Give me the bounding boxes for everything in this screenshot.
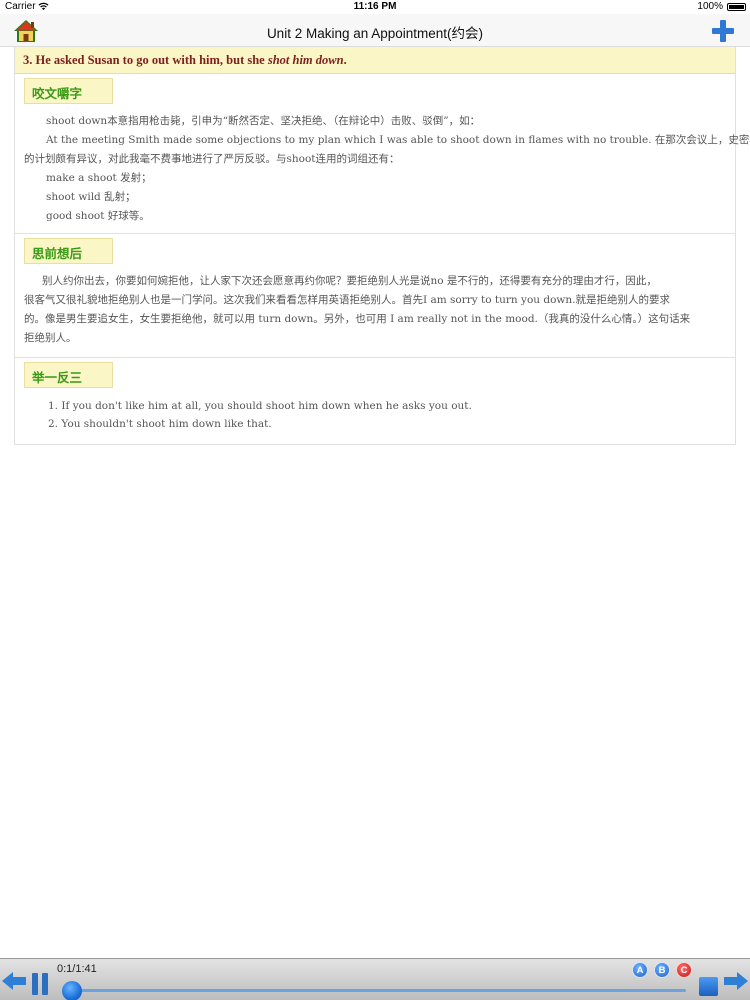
text-line: make a shoot 发射； [46, 172, 152, 184]
pause-button[interactable] [30, 973, 50, 995]
section-tag: 咬文嚼字 [24, 78, 113, 104]
nav-bar: Unit 2 Making an Appointment(约会) [0, 14, 750, 47]
section-tag: 思前想后 [24, 238, 113, 264]
text-line: 很客气又很礼貌地拒绝别人也是一门学问。这次我们来看看怎样用英语拒绝别人。首先I … [24, 294, 671, 306]
forward-arrow-icon[interactable] [724, 972, 748, 990]
battery-percent: 100% [697, 1, 723, 12]
heading-emphasis: shot him down [267, 53, 344, 67]
status-bar: Carrier 11:16 PM 100% [0, 0, 750, 14]
page-title: Unit 2 Making an Appointment(约会) [266, 26, 484, 41]
lesson-heading: 3. He asked Susan to go out with him, bu… [15, 47, 735, 74]
b-button[interactable]: B [654, 962, 670, 978]
progress-slider[interactable] [66, 989, 686, 992]
playback-time: 0:1/1:41 [57, 963, 97, 975]
text-line: 别人约你出去，你要如何婉拒他，让人家下次还会愿意再约你呢？要拒绝别人光是说no … [42, 275, 657, 287]
battery-icon [727, 3, 746, 11]
text-line: 的计划颇有异议，对此我毫不费事地进行了严厉反驳。与shoot连用的词组还有： [24, 153, 400, 165]
example-item: 2. You shouldn't shoot him down like tha… [48, 418, 272, 430]
heading-prefix: 3. He asked Susan to go out with him, bu… [23, 53, 268, 67]
section-tag: 举一反三 [24, 362, 113, 388]
heading-suffix: . [343, 53, 347, 67]
example-item: 1. If you don't like him at all, you sho… [48, 400, 472, 412]
text-line: shoot down本意指用枪击毙，引申为“断然否定、坚决拒绝、（在辩论中）击败… [46, 115, 481, 127]
section-examples: 举一反三 1. If you don't like him at all, yo… [15, 358, 735, 445]
text-line: 拒绝别人。 [24, 332, 77, 344]
pause-icon [32, 973, 38, 995]
text-line: good shoot 好球等。 [46, 210, 150, 222]
stop-icon[interactable] [699, 977, 718, 996]
text-line: shoot wild 乱射； [46, 191, 136, 203]
plus-icon[interactable] [711, 19, 735, 43]
section-reflection: 思前想后 别人约你出去，你要如何婉拒他，让人家下次还会愿意再约你呢？要拒绝别人光… [15, 234, 735, 358]
back-arrow-icon[interactable] [2, 972, 26, 990]
lesson-content: 3. He asked Susan to go out with him, bu… [14, 47, 750, 445]
a-button[interactable]: A [632, 962, 648, 978]
audio-player-bar: 0:1/1:41 A B C [0, 958, 750, 1000]
c-button[interactable]: C [676, 962, 692, 978]
progress-slider-thumb[interactable] [62, 981, 83, 1000]
text-line: At the meeting Smith made some objection… [46, 134, 750, 146]
clock: 11:16 PM [353, 1, 397, 12]
text-line: 的。像是男生要追女生，女生要拒绝他，就可以用 turn down。另外，也可用 … [24, 313, 691, 325]
section-word-study: 咬文嚼字 shoot down本意指用枪击毙，引申为“断然否定、坚决拒绝、（在辩… [15, 74, 750, 234]
